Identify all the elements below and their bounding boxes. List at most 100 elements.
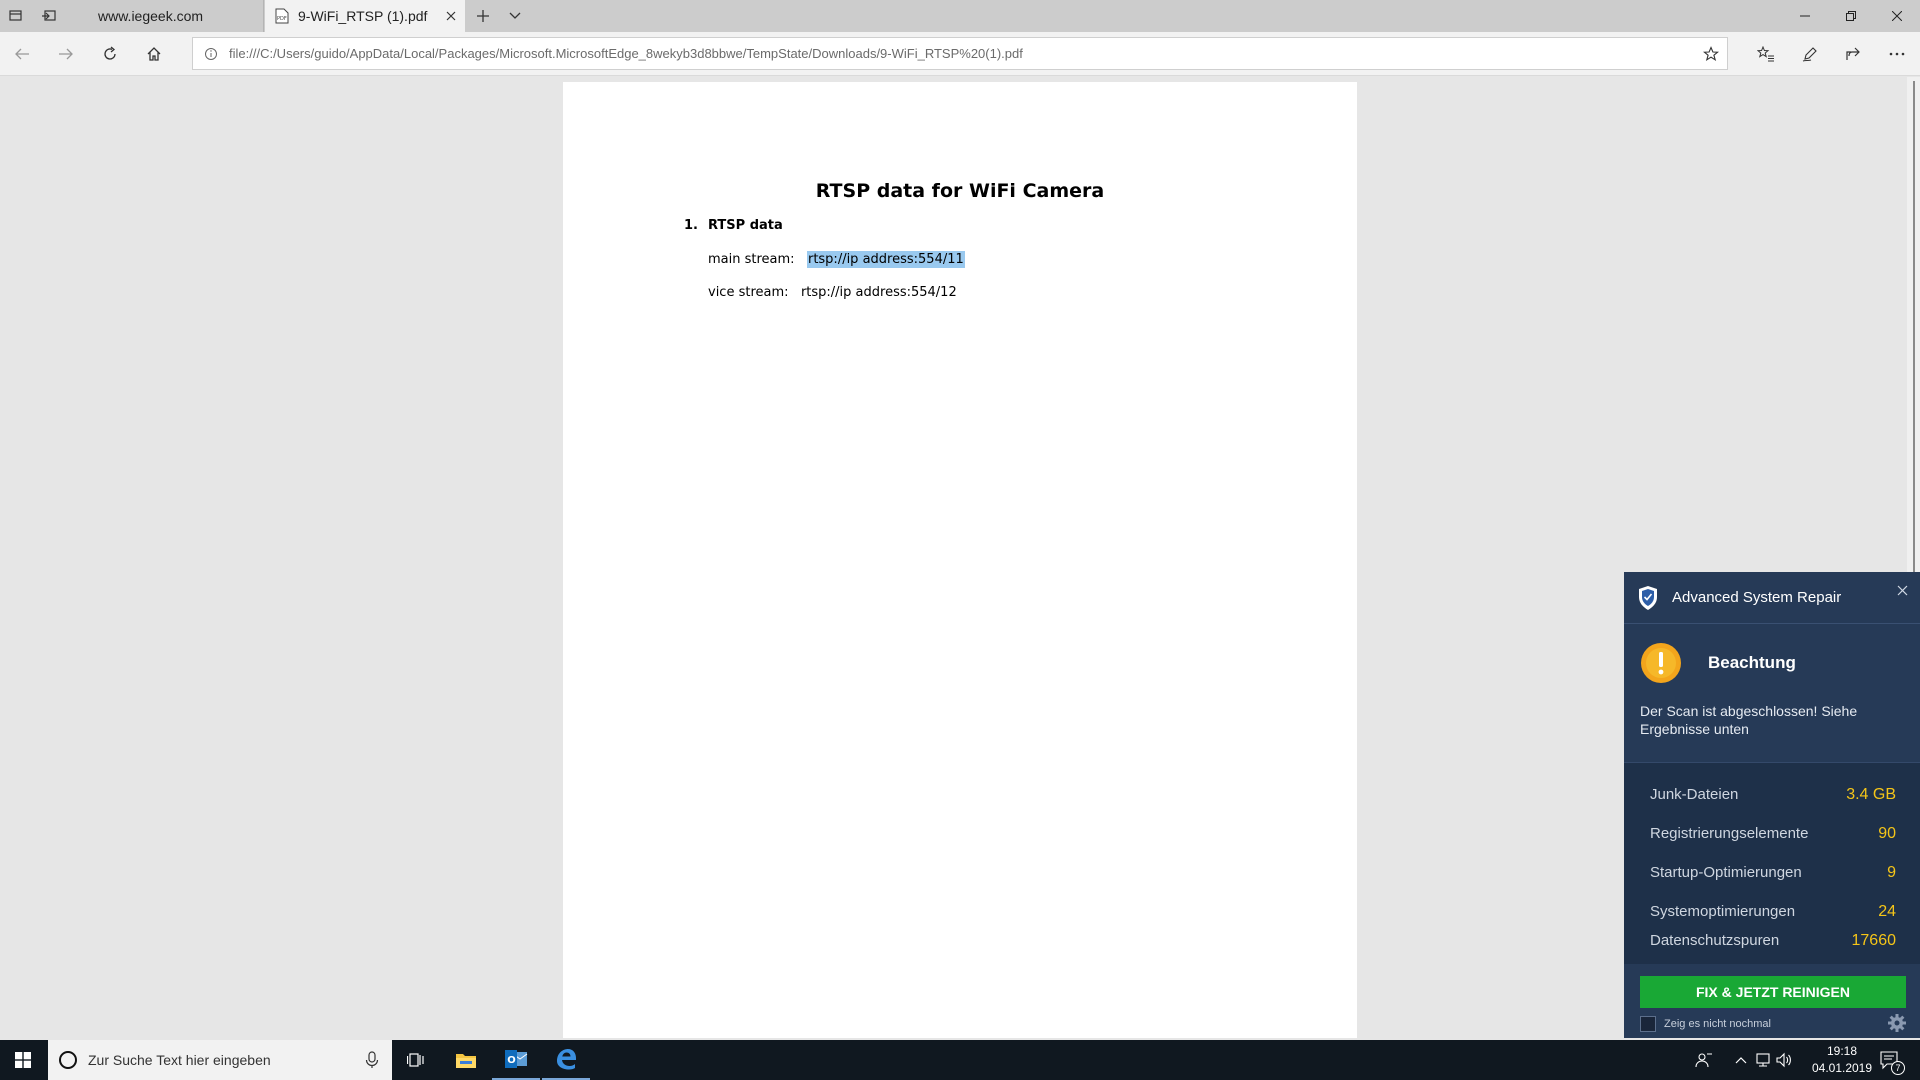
plus-icon [477,10,489,22]
result-row: Junk-Dateien 3.4 GB [1650,775,1896,814]
edge-button[interactable] [542,1040,590,1080]
pdf-file-icon: PDF [275,8,289,24]
svg-text:PDF: PDF [277,16,287,22]
edge-icon [557,1049,576,1070]
tab-label: 9-WiFi_RTSP (1).pdf [298,8,428,24]
set-aside-tabs-icon [42,10,56,21]
site-info-button[interactable] [193,38,229,69]
tab-pdf[interactable]: PDF 9-WiFi_RTSP (1).pdf [265,0,465,32]
notification-count-badge: 7 [1891,1061,1905,1075]
result-row: Datenschutzspuren 17660 [1650,921,1896,960]
show-set-aside-tabs-button[interactable] [33,0,65,32]
vice-stream-line: vice stream: rtsp://ip address:554/12 [708,285,957,300]
address-bar[interactable]: file:///C:/Users/guido/AppData/Local/Pac… [192,37,1728,70]
minimize-button[interactable] [1782,0,1828,32]
pdf-page: RTSP data for WiFi Camera 1. RTSP data m… [563,82,1357,1038]
fix-now-button[interactable]: FIX & JETZT REINIGEN [1640,976,1906,1008]
start-button[interactable] [0,1040,46,1080]
people-button[interactable] [1694,1050,1714,1070]
pen-icon [1802,47,1817,62]
share-button[interactable] [1837,38,1869,70]
result-value: 90 [1878,824,1896,842]
volume-button[interactable] [1774,1050,1794,1070]
tab-bar: www.iegeek.com PDF 9-WiFi_RTSP (1).pdf [0,0,1920,32]
search-placeholder: Zur Suche Text hier eingeben [88,1052,271,1068]
dont-show-again-checkbox[interactable] [1640,1016,1656,1032]
popup-title: Advanced System Repair [1672,589,1842,606]
tabs-aside-icon [9,10,22,21]
taskbar-search[interactable]: Zur Suche Text hier eingeben [48,1040,392,1080]
result-value: 17660 [1851,931,1897,949]
microphone-icon[interactable] [362,1050,382,1070]
windows-logo-icon [15,1052,31,1068]
clock-date[interactable]: 04.01.2019 [1806,1061,1878,1075]
scan-results: Junk-Dateien 3.4 GB Registrierungselemen… [1624,762,1920,964]
restore-button[interactable] [1828,0,1874,32]
add-favorite-button[interactable] [1701,44,1721,64]
forward-arrow-icon [59,48,73,60]
main-stream-label: main stream: [708,252,795,267]
shield-icon [1639,585,1657,610]
taskbar: Zur Suche Text hier eingeben O 19:18 04.… [0,1040,1920,1080]
info-icon [205,47,217,60]
tab-label: www.iegeek.com [98,8,204,24]
close-icon [1892,11,1902,21]
home-icon [147,47,161,61]
web-note-button[interactable] [1794,38,1826,70]
task-view-button[interactable] [392,1040,440,1080]
home-button[interactable] [138,38,170,70]
vice-stream-label: vice stream: [708,285,789,300]
close-window-button[interactable] [1874,0,1920,32]
result-name: Startup-Optimierungen [1650,864,1802,881]
tab-preview-button[interactable] [499,0,531,32]
outlook-icon: O [505,1050,528,1068]
tabs-aside-button[interactable] [0,0,32,32]
task-view-icon [407,1053,424,1067]
result-value: 3.4 GB [1846,785,1896,803]
folder-icon [456,1054,476,1068]
close-tab-button[interactable] [443,8,459,24]
popup-close-button[interactable] [1894,582,1910,598]
main-stream-value-selected[interactable]: rtsp://ip address:554/11 [806,251,965,268]
new-tab-button[interactable] [467,0,499,32]
section-number: 1. [684,218,698,233]
close-icon [446,11,456,21]
network-button[interactable] [1753,1050,1773,1070]
more-button[interactable] [1881,38,1913,70]
favorites-list-icon [1757,46,1774,62]
file-explorer-button[interactable] [442,1040,490,1080]
section-title: RTSP data [708,218,783,233]
favorites-button[interactable] [1750,38,1782,70]
result-row: Registrierungselemente 90 [1650,814,1896,853]
refresh-button[interactable] [94,38,126,70]
tab-iegeek[interactable]: www.iegeek.com [66,0,264,32]
chevron-down-icon [509,12,521,19]
warning-icon [1641,643,1681,683]
gear-icon[interactable] [1887,1013,1907,1033]
dont-show-again-label[interactable]: Zeig es nicht nochmal [1664,1018,1771,1030]
address-url[interactable]: file:///C:/Users/guido/AppData/Local/Pac… [229,46,1023,61]
result-name: Junk-Dateien [1650,786,1739,803]
result-value: 24 [1878,902,1896,920]
network-icon [1756,1053,1770,1067]
chevron-up-icon [1735,1057,1747,1064]
forward-button[interactable] [50,38,82,70]
ellipsis-icon [1889,52,1905,56]
result-name: Systemoptimierungen [1650,903,1796,920]
share-icon [1846,47,1860,60]
result-value: 9 [1887,863,1896,881]
popup-message: Der Scan ist abgeschlossen! Siehe Ergebn… [1640,703,1858,737]
clock-time[interactable]: 19:18 [1812,1044,1872,1058]
result-name: Registrierungselemente [1650,825,1809,842]
navigation-bar: file:///C:/Users/guido/AppData/Local/Pac… [0,32,1920,76]
cortana-icon [59,1051,77,1069]
show-hidden-icons-button[interactable] [1731,1050,1751,1070]
svg-text:O: O [507,1055,516,1066]
back-arrow-icon [15,48,29,60]
vice-stream-value[interactable]: rtsp://ip address:554/12 [801,285,957,300]
back-button[interactable] [6,38,38,70]
minimize-icon [1800,15,1810,17]
popup-heading: Beachtung [1708,653,1796,672]
result-row: Startup-Optimierungen 9 [1650,853,1896,892]
outlook-button[interactable]: O [492,1040,540,1080]
